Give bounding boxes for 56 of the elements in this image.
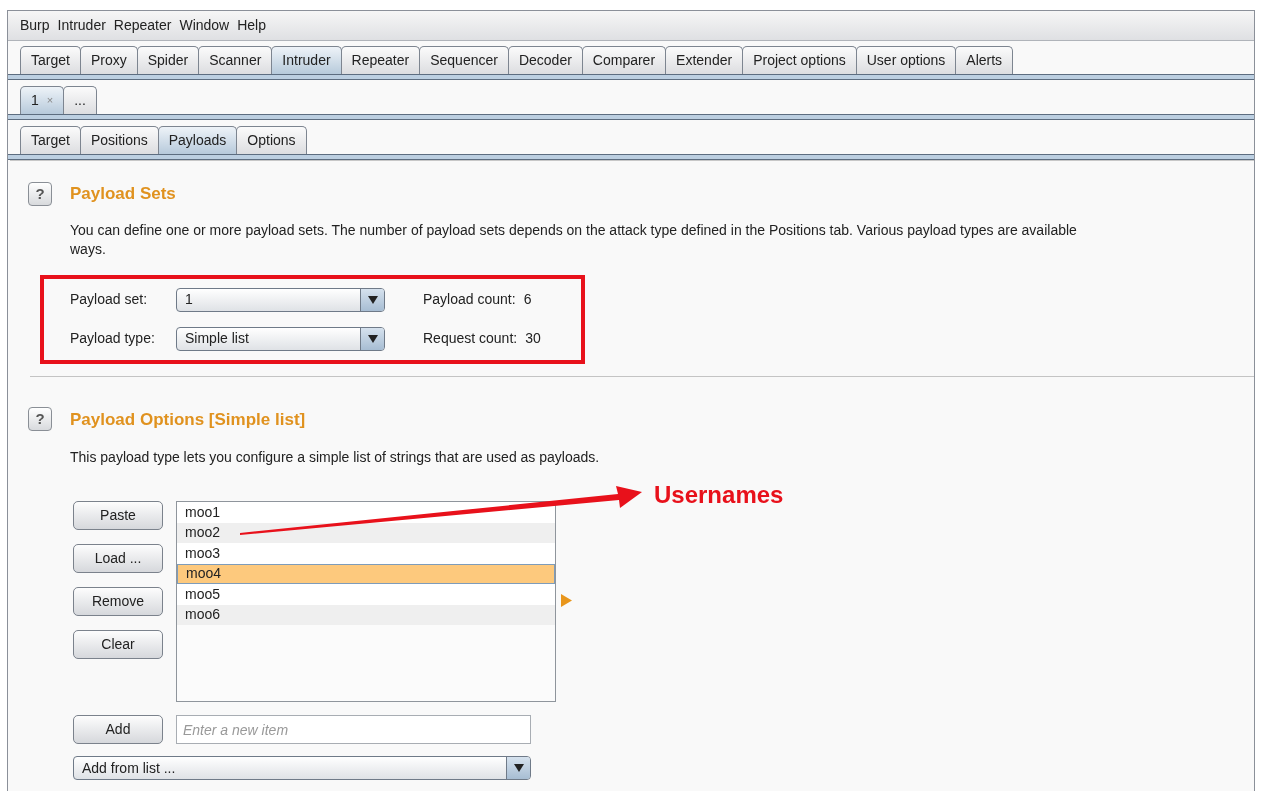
tab[interactable]: Spider: [136, 46, 200, 74]
tab[interactable]: Proxy: [79, 46, 138, 74]
menu-item[interactable]: Burp: [20, 15, 50, 36]
help-button[interactable]: ?: [28, 181, 52, 206]
section-title: Payload Options [Simple list]: [70, 408, 306, 431]
tab[interactable]: Positions: [79, 126, 159, 154]
menu-item[interactable]: Window: [179, 15, 230, 36]
menu-item[interactable]: Repeater: [113, 15, 172, 36]
description-text: This payload type lets you configure a simple list of strings that are used as payloads.: [70, 449, 600, 465]
list-item[interactable]: moo4: [177, 563, 555, 584]
dropdown[interactable]: 1: [176, 287, 385, 312]
expand-arrow-icon[interactable]: [561, 594, 572, 607]
field-label: Payload type:: [70, 329, 156, 348]
dropdown-arrow-icon: [367, 295, 378, 304]
tab[interactable]: Options: [236, 126, 307, 154]
list-item[interactable]: moo3: [177, 543, 555, 564]
tab[interactable]: Target: [20, 126, 81, 154]
count-value: 30: [525, 329, 541, 348]
list-item[interactable]: moo6: [177, 604, 555, 625]
tab[interactable]: Scanner: [198, 46, 273, 74]
tab[interactable]: Payloads: [157, 126, 238, 154]
dropdown[interactable]: Add from list ...: [73, 756, 531, 780]
tab[interactable]: Intruder: [271, 46, 342, 74]
tab[interactable]: Comparer: [581, 46, 667, 74]
help-button[interactable]: ?: [28, 407, 52, 432]
description-text: You can define one or more payload sets. The number of payload sets depends on the attack type defined in the Positions tab. Various payload types are available: [70, 220, 1078, 240]
description-text: ways.: [70, 239, 107, 259]
menu-item[interactable]: Intruder: [57, 15, 106, 36]
tab[interactable]: Sequencer: [419, 46, 509, 74]
tab[interactable]: Extender: [665, 46, 744, 74]
dropdown[interactable]: Simple list: [176, 326, 385, 351]
menu-item[interactable]: Help: [237, 15, 266, 36]
tab[interactable]: Target: [20, 46, 81, 74]
count-label: Request count:: [423, 329, 518, 348]
button[interactable]: Load ...: [73, 544, 163, 573]
count-label: Payload count:: [423, 290, 516, 309]
input-field[interactable]: Enter a new item: [176, 715, 531, 744]
button[interactable]: Remove: [73, 587, 163, 616]
list-item[interactable]: moo5: [177, 584, 555, 605]
button[interactable]: Paste: [73, 501, 163, 530]
count-value: 6: [523, 290, 532, 309]
field-label: Payload set:: [70, 290, 149, 309]
tab[interactable]: ...: [63, 86, 97, 114]
payload-list[interactable]: moo1 moo2 moo3 moo4 moo5 moo6: [176, 501, 556, 702]
button[interactable]: Clear: [73, 630, 163, 659]
tab[interactable]: User options: [855, 46, 957, 74]
dropdown-arrow-icon: [513, 764, 524, 772]
annotation-label: Usernames: [654, 480, 784, 510]
tab[interactable]: Alerts: [955, 46, 1014, 74]
tab[interactable]: Project options: [742, 46, 857, 74]
section-title: Payload Sets: [70, 183, 176, 205]
tab[interactable]: Decoder: [507, 46, 583, 74]
tab[interactable]: 1 ×: [20, 86, 65, 114]
tab[interactable]: Repeater: [340, 46, 421, 74]
button[interactable]: Add: [73, 715, 163, 744]
dropdown-arrow-icon: [367, 334, 378, 343]
